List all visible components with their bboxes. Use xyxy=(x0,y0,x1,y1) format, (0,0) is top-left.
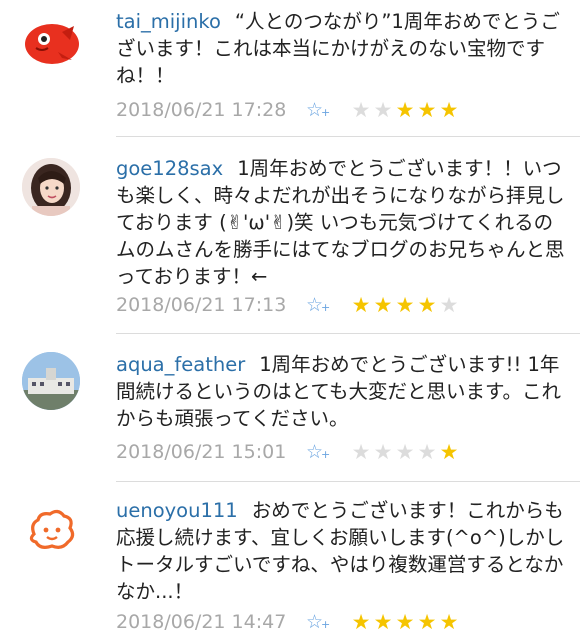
comment-meta: 2018/06/21 17:28 ☆ + ★ ★ ★ ★ ★ xyxy=(116,97,460,123)
red-fish-icon xyxy=(25,24,79,64)
username-link[interactable]: aqua_feather xyxy=(116,353,245,376)
star-icon: ★ xyxy=(439,610,459,634)
star-rating: ★ ★ ★ ★ ★ xyxy=(350,440,460,464)
username-link[interactable]: goe128sax xyxy=(116,157,223,180)
user-photo-avatar xyxy=(22,158,80,216)
username-link[interactable]: tai_mijinko xyxy=(116,10,221,33)
comment-text: uenoyou111 おめでとうございます！これからも応援し続けます、宜しくお願い… xyxy=(116,497,566,605)
divider xyxy=(116,136,580,137)
star-icon: ★ xyxy=(351,610,371,634)
add-star-button[interactable]: ☆ + xyxy=(306,99,350,121)
star-icon: ★ xyxy=(395,98,415,122)
star-rating: ★ ★ ★ ★ ★ xyxy=(350,98,460,122)
star-icon: ★ xyxy=(351,293,371,317)
star-icon: ★ xyxy=(417,98,437,122)
username-link[interactable]: uenoyou111 xyxy=(116,499,238,522)
timestamp[interactable]: 2018/06/21 14:47 xyxy=(116,611,306,633)
star-icon: ★ xyxy=(439,293,459,317)
star-icon: ★ xyxy=(351,440,371,464)
star-icon: ★ xyxy=(395,440,415,464)
orange-face-icon xyxy=(29,509,75,549)
star-icon: ★ xyxy=(373,293,393,317)
star-icon: ★ xyxy=(395,293,415,317)
star-icon: ★ xyxy=(439,440,459,464)
star-icon: ★ xyxy=(373,440,393,464)
star-icon: ★ xyxy=(373,98,393,122)
comment-meta: 2018/06/21 17:13 ☆ + ★ ★ ★ ★ ★ xyxy=(116,292,460,318)
star-icon: ★ xyxy=(417,293,437,317)
avatar[interactable] xyxy=(22,14,80,72)
star-icon: ★ xyxy=(395,610,415,634)
comment-text: aqua_feather 1周年おめでとうございます!! 1年間続けるというのはと… xyxy=(116,351,566,432)
avatar[interactable] xyxy=(22,500,80,558)
timestamp[interactable]: 2018/06/21 17:13 xyxy=(116,294,306,316)
star-rating: ★ ★ ★ ★ ★ xyxy=(350,610,460,634)
timestamp[interactable]: 2018/06/21 15:01 xyxy=(116,441,306,463)
add-star-button[interactable]: ☆ + xyxy=(306,294,350,316)
add-star-button[interactable]: ☆ + xyxy=(306,611,350,633)
comment-meta: 2018/06/21 15:01 ☆ + ★ ★ ★ ★ ★ xyxy=(116,439,460,465)
star-icon: ★ xyxy=(373,610,393,634)
star-icon: ★ xyxy=(351,98,371,122)
star-icon: ★ xyxy=(439,98,459,122)
divider xyxy=(116,333,580,334)
comment-text: goe128sax 1周年おめでとうございます！！いつも楽しく、時々よだれが出そう… xyxy=(116,155,566,290)
star-icon: ★ xyxy=(417,440,437,464)
divider xyxy=(116,481,580,482)
comment-meta: 2018/06/21 14:47 ☆ + ★ ★ ★ ★ ★ xyxy=(116,609,460,635)
star-icon: ★ xyxy=(417,610,437,634)
timestamp[interactable]: 2018/06/21 17:28 xyxy=(116,99,306,121)
comment-text: tai_mijinko “人とのつながり”1周年おめでとうございます！これは本当に… xyxy=(116,8,566,89)
avatar[interactable] xyxy=(22,158,80,216)
star-rating: ★ ★ ★ ★ ★ xyxy=(350,293,460,317)
avatar[interactable] xyxy=(22,352,80,410)
add-star-button[interactable]: ☆ + xyxy=(306,441,350,463)
building-photo-avatar xyxy=(22,352,80,410)
